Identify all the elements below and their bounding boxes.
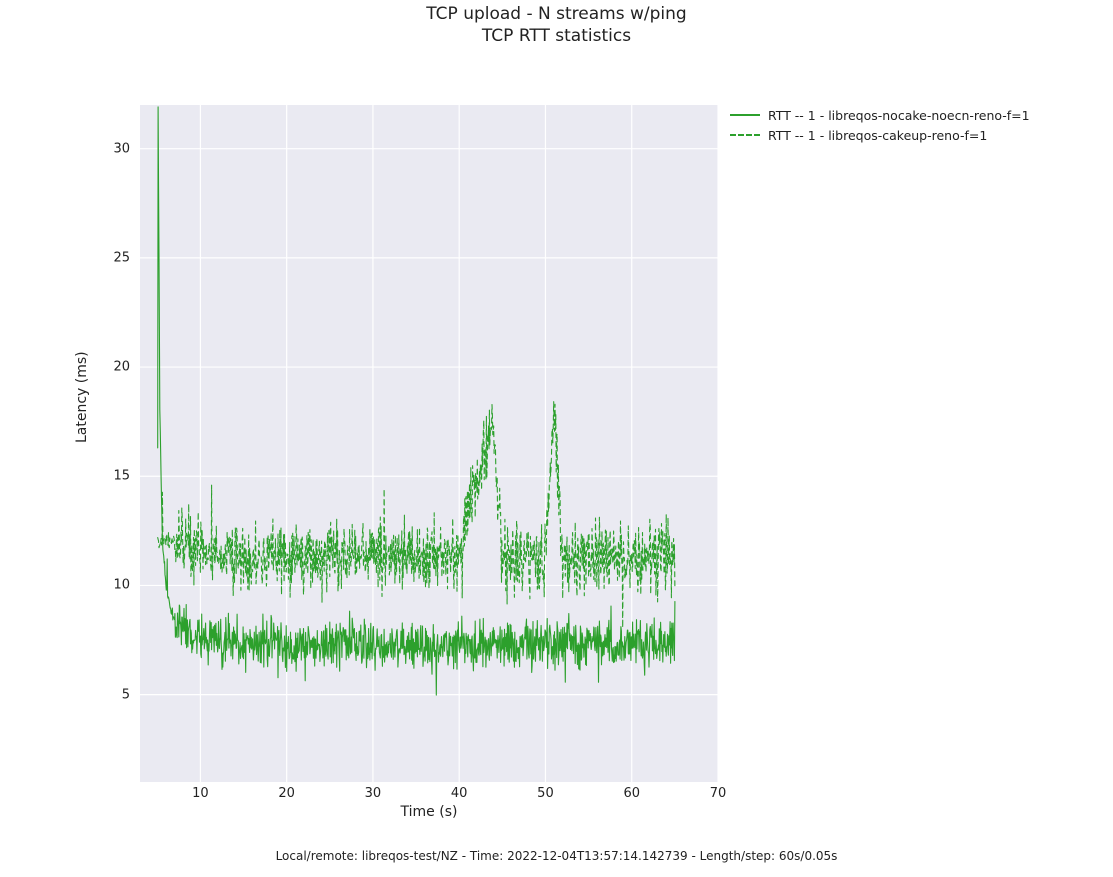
legend: RTT -- 1 - libreqos-nocake-noecn-reno-f=… — [730, 105, 1030, 145]
legend-swatch-dashed — [730, 134, 760, 136]
chart-title: TCP upload - N streams w/ping TCP RTT st… — [0, 4, 1113, 46]
x-tick-label: 40 — [451, 786, 468, 801]
x-tick-label: 60 — [623, 786, 640, 801]
x-tick-label: 10 — [192, 786, 209, 801]
chart-footer: Local/remote: libreqos-test/NZ - Time: 2… — [0, 849, 1113, 863]
x-tick-label: 50 — [537, 786, 554, 801]
y-tick-label: 25 — [113, 250, 130, 265]
y-tick-label: 30 — [113, 141, 130, 156]
legend-entry-1: RTT -- 1 - libreqos-cakeup-reno-f=1 — [730, 125, 1030, 145]
legend-label-0: RTT -- 1 - libreqos-nocake-noecn-reno-f=… — [768, 108, 1030, 123]
legend-label-1: RTT -- 1 - libreqos-cakeup-reno-f=1 — [768, 128, 987, 143]
plot-svg — [140, 105, 718, 782]
y-axis-ticks: 5 10 15 20 25 30 — [0, 105, 136, 782]
x-axis-label: Time (s) — [140, 804, 718, 820]
figure: TCP upload - N streams w/ping TCP RTT st… — [0, 0, 1113, 877]
x-tick-label: 70 — [710, 786, 727, 801]
title-line-2: TCP RTT statistics — [0, 26, 1113, 46]
y-axis-label: Latency (ms) — [74, 351, 90, 443]
title-line-1: TCP upload - N streams w/ping — [0, 4, 1113, 24]
y-tick-label: 20 — [113, 360, 130, 375]
x-tick-label: 30 — [365, 786, 382, 801]
legend-swatch-solid — [730, 114, 760, 116]
legend-entry-0: RTT -- 1 - libreqos-nocake-noecn-reno-f=… — [730, 105, 1030, 125]
plot-area-wrap — [140, 105, 718, 782]
y-tick-label: 5 — [122, 687, 130, 702]
y-tick-label: 10 — [113, 578, 130, 593]
plot-area — [140, 105, 718, 782]
x-axis-ticks: 10203040506070 — [140, 786, 718, 806]
x-tick-label: 20 — [278, 786, 295, 801]
y-tick-label: 15 — [113, 469, 130, 484]
